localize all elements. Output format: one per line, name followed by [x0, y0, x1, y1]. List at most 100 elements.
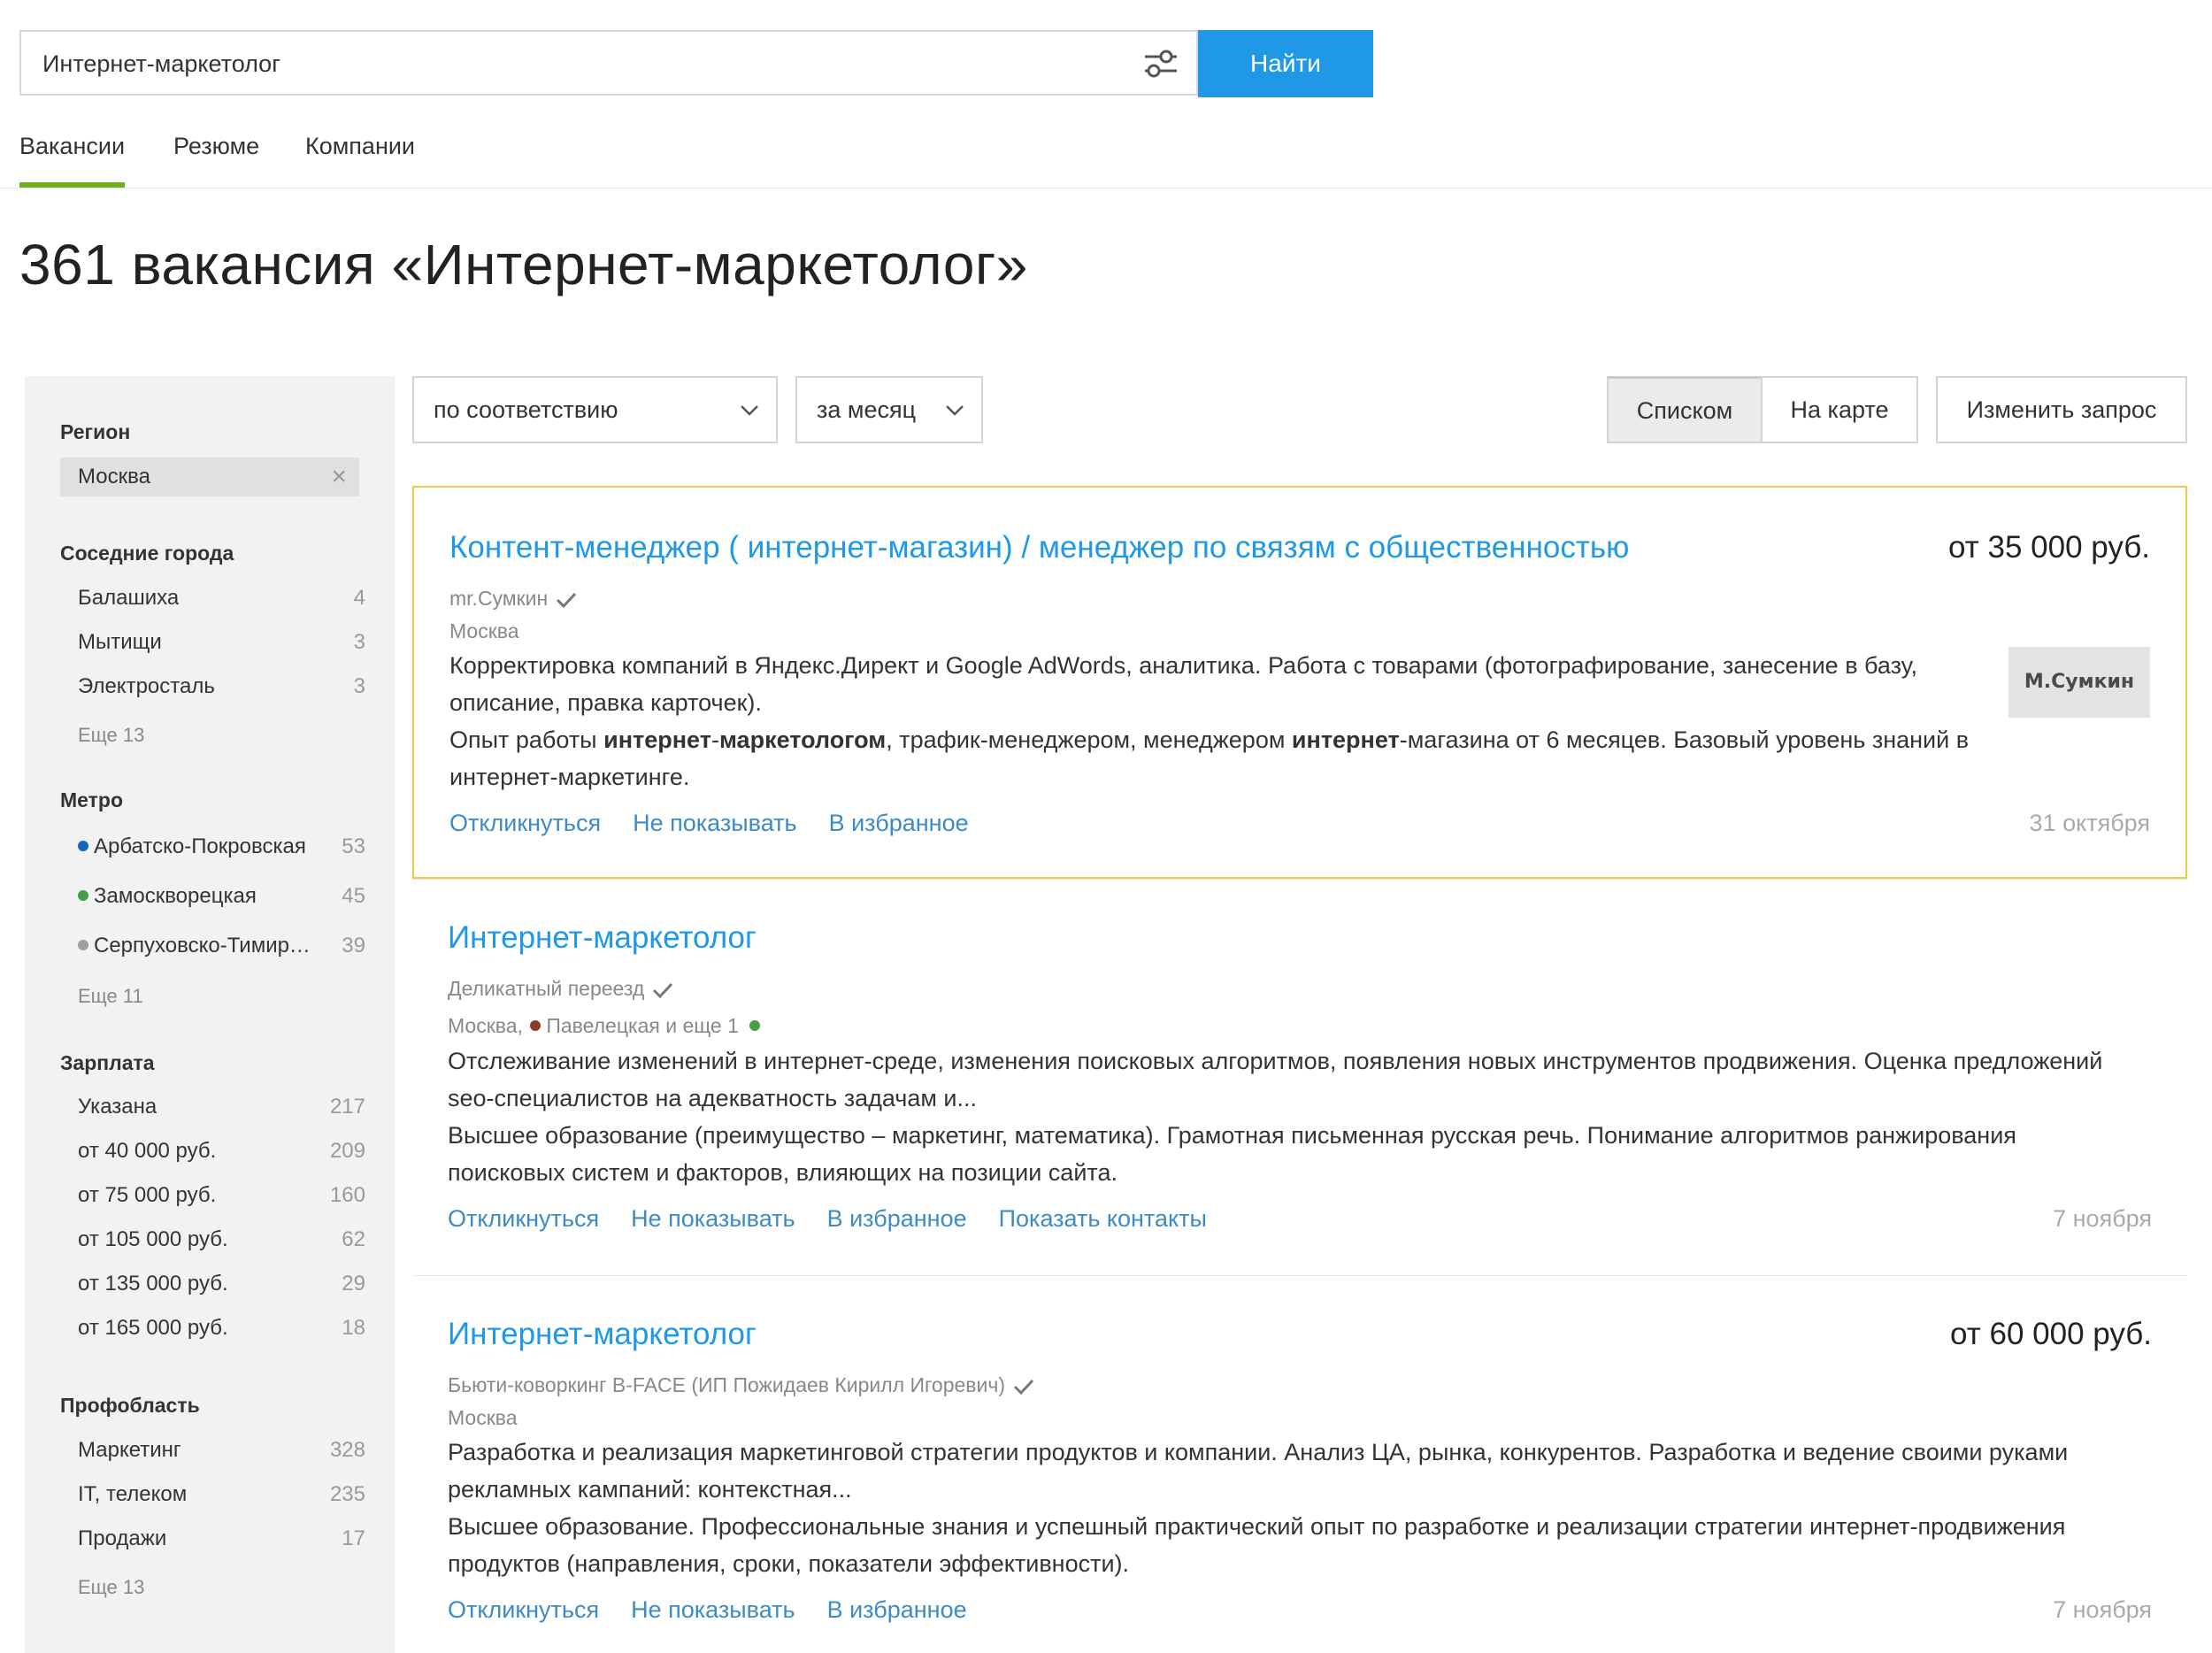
nearby-heading: Соседние города [60, 542, 234, 565]
region-tag[interactable]: Москва × [60, 457, 359, 496]
company-name: mr.Сумкин [449, 587, 549, 610]
filter-count: 62 [342, 1227, 365, 1251]
filter-label: от 135 000 руб. [78, 1272, 228, 1295]
location-city: Москва, [448, 1014, 523, 1037]
tab-companies[interactable]: Компании [305, 133, 415, 188]
salary-item[interactable]: от 135 000 руб. 29 [78, 1272, 365, 1296]
vacancy-title-link[interactable]: Интернет-маркетолог [448, 920, 757, 956]
vacancy-card: Контент-менеджер ( интернет-магазин) / м… [412, 486, 2187, 879]
company-logo[interactable]: M.Сумкин [2008, 647, 2150, 718]
edit-query-button[interactable]: Изменить запрос [1936, 376, 2187, 443]
prof-more-link[interactable]: Еще 13 [78, 1576, 144, 1599]
vacancy-title-link[interactable]: Контент-менеджер ( интернет-магазин) / м… [449, 530, 1629, 565]
company-name: Бьюти-коворкинг B-FACE (ИП Пожидаев Кири… [448, 1373, 1006, 1396]
vacancy-title-link[interactable]: Интернет-маркетолог [448, 1317, 757, 1352]
vacancy-card: Интернет-маркетолог Деликатный переезд М… [412, 879, 2187, 1275]
metro-item-serpukhovsko[interactable]: Серпуховско-Тимирязевская 39 [78, 934, 365, 958]
nearby-item-mytishchi[interactable]: Мытищи 3 [78, 630, 365, 655]
vacancy-date: 7 ноября [2053, 1596, 2152, 1623]
vacancy-actions: Откликнуться Не показывать В избранное [449, 810, 1001, 837]
prof-item-it[interactable]: IT, телеком 235 [78, 1482, 365, 1507]
metro-more-link[interactable]: Еще 11 [78, 985, 143, 1008]
metro-heading: Метро [60, 788, 124, 811]
filter-label: Электросталь [78, 674, 215, 698]
metro-line-dot [78, 889, 88, 901]
nearby-more-link[interactable]: Еще 13 [78, 724, 144, 747]
vacancy-responsibilities: Корректировка компаний в Яндекс.Директ и… [449, 652, 1917, 716]
filter-settings-icon[interactable] [1141, 46, 1180, 81]
sort-select-value: по соответствию [434, 396, 618, 423]
tab-vacancies[interactable]: Вакансии [19, 133, 126, 188]
filter-label: от 75 000 руб. [78, 1183, 217, 1207]
salary-item[interactable]: от 165 000 руб. 18 [78, 1316, 365, 1341]
vacancy-company[interactable]: Бьюти-коворкинг B-FACE (ИП Пожидаев Кири… [448, 1373, 1035, 1397]
hide-link[interactable]: Не показывать [631, 1596, 795, 1623]
salary-item[interactable]: от 40 000 руб. 209 [78, 1139, 365, 1164]
vacancy-company[interactable]: mr.Сумкин [449, 587, 578, 611]
metro-line-dot [530, 1019, 541, 1031]
tab-resumes[interactable]: Резюме [173, 133, 259, 188]
respond-link[interactable]: Откликнуться [448, 1205, 599, 1232]
filter-count: 217 [329, 1095, 365, 1119]
filter-label: от 40 000 руб. [78, 1139, 217, 1163]
favorite-link[interactable]: В избранное [827, 1596, 967, 1623]
hide-link[interactable]: Не показывать [633, 810, 796, 836]
search-input[interactable] [41, 32, 1106, 96]
vacancy-salary: от 35 000 руб. [1948, 530, 2150, 565]
nearby-item-elektrostal[interactable]: Электросталь 3 [78, 674, 365, 699]
metro-item-zamoskvoretskaya[interactable]: Замоскворецкая 45 [78, 884, 365, 909]
vacancy-salary: от 60 000 руб. [1950, 1317, 2152, 1351]
page-title: 361 вакансия «Интернет-маркетолог» [19, 233, 1028, 296]
filter-label: от 165 000 руб. [78, 1316, 228, 1340]
nearby-item-balashikha[interactable]: Балашиха 4 [78, 586, 365, 611]
sort-select[interactable]: по соответствию [412, 376, 778, 443]
vacancy-responsibilities: Отслеживание изменений в интернет-среде,… [448, 1048, 2103, 1111]
region-tag-label: Москва [78, 465, 150, 488]
filter-label: Балашиха [78, 586, 180, 610]
chevron-down-icon [946, 405, 964, 416]
hide-link[interactable]: Не показывать [631, 1205, 795, 1232]
period-select-value: за месяц [817, 396, 917, 423]
verified-check-icon [557, 592, 577, 609]
vacancy-location: Москва, Павелецкая и еще 1 [448, 1014, 765, 1038]
verified-check-icon [653, 982, 673, 999]
prof-heading: Профобласть [60, 1394, 200, 1417]
filter-count: 160 [329, 1183, 365, 1207]
filter-count: 235 [329, 1482, 365, 1506]
metro-item-arbatsko-pokrovskaya[interactable]: Арбатско-Покровская 53 [78, 834, 365, 859]
respond-link[interactable]: Откликнуться [449, 810, 601, 836]
salary-heading: Зарплата [60, 1051, 155, 1074]
view-map-button[interactable]: На карте [1761, 376, 1918, 443]
close-icon[interactable]: × [331, 457, 347, 496]
filter-count: 29 [342, 1272, 365, 1295]
filter-label: Указана [78, 1095, 157, 1119]
vacancy-requirements: Высшее образование (преимущество – марке… [448, 1122, 2016, 1186]
respond-link[interactable]: Откликнуться [448, 1596, 599, 1623]
vacancy-card: Интернет-маркетолог от 60 000 руб. Бьюти… [412, 1275, 2187, 1653]
vacancy-responsibilities: Разработка и реализация маркетинговой ст… [448, 1439, 2069, 1503]
filter-count: 328 [329, 1438, 365, 1462]
filters-sidebar: Регион Москва × Соседние города Балашиха… [25, 376, 395, 1653]
show-contacts-link[interactable]: Показать контакты [999, 1205, 1207, 1232]
salary-item[interactable]: от 75 000 руб. 160 [78, 1183, 365, 1208]
region-heading: Регион [60, 420, 131, 443]
filter-count: 3 [353, 630, 365, 654]
vacancy-company[interactable]: Деликатный переезд [448, 977, 674, 1001]
vacancy-actions: Откликнуться Не показывать В избранное Пока… [448, 1205, 1239, 1233]
view-list-button[interactable]: Списком [1607, 376, 1763, 443]
metro-line-dot [78, 939, 88, 950]
filter-label: IT, телеком [78, 1482, 188, 1506]
salary-item[interactable]: Указана 217 [78, 1095, 365, 1119]
salary-item[interactable]: от 105 000 руб. 62 [78, 1227, 365, 1252]
prof-item-marketing[interactable]: Маркетинг 328 [78, 1438, 365, 1463]
filter-label: от 105 000 руб. [78, 1227, 228, 1251]
prof-item-sales[interactable]: Продажи 17 [78, 1526, 365, 1551]
vacancy-requirements: Высшее образование. Профессиональные зна… [448, 1513, 2066, 1577]
favorite-link[interactable]: В избранное [829, 810, 969, 836]
metro-line-dot [749, 1019, 761, 1031]
period-select[interactable]: за месяц [795, 376, 983, 443]
metro-line-dot [78, 840, 88, 851]
filter-count: 53 [342, 834, 365, 858]
find-button[interactable]: Найти [1198, 30, 1373, 97]
favorite-link[interactable]: В избранное [827, 1205, 967, 1232]
